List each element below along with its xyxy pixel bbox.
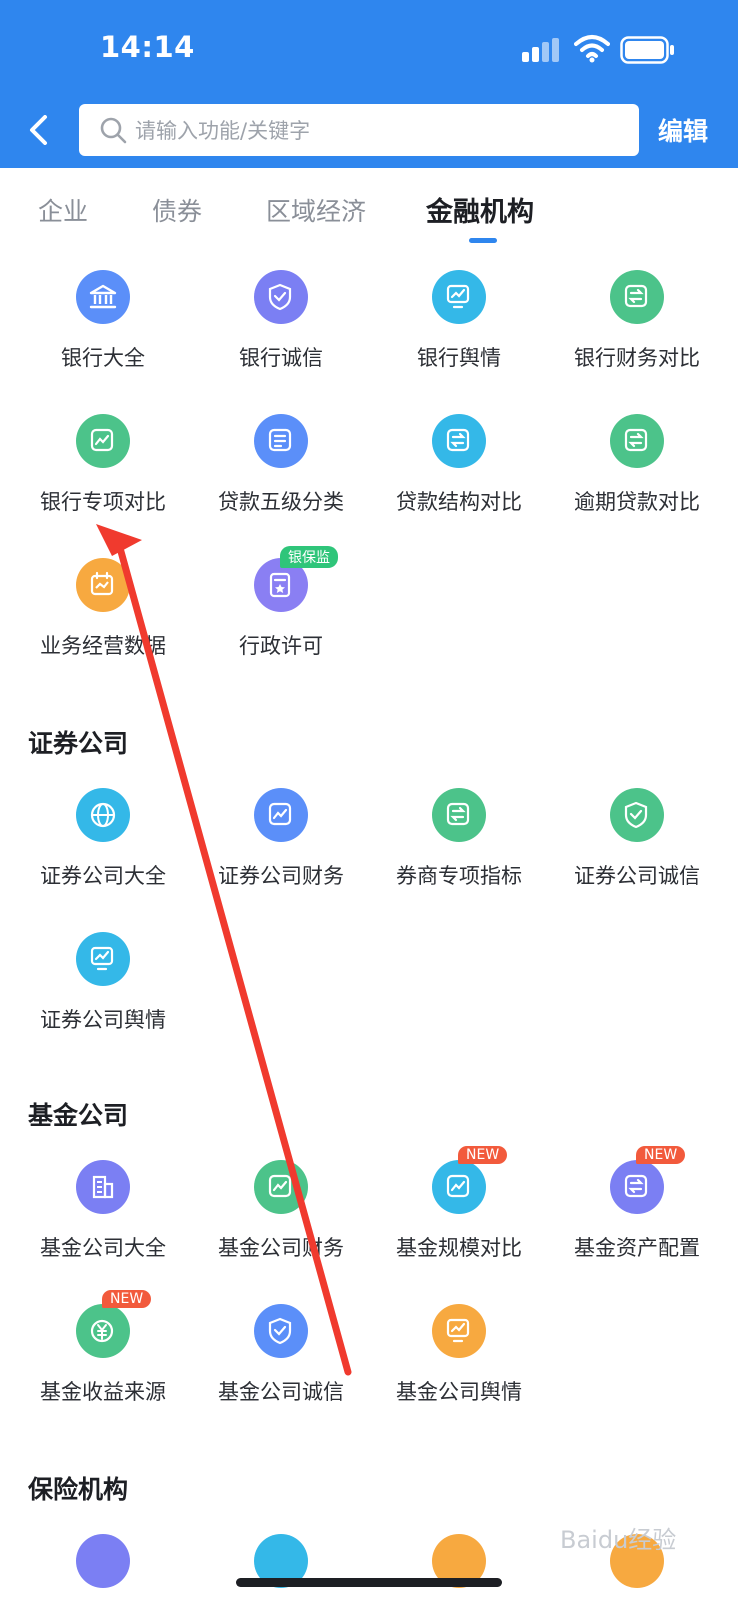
chart-fund-scale-icon bbox=[432, 1160, 486, 1214]
watermark: Baidu经验 bbox=[560, 1526, 677, 1554]
grid-item-label: 证券公司大全 bbox=[40, 864, 166, 888]
grid-item-fund-sentiment[interactable]: 基金公司舆情 bbox=[374, 1304, 544, 1424]
grid-item-fund-directory[interactable]: 基金公司大全 bbox=[18, 1160, 188, 1280]
grid-item-label: 行政许可 bbox=[239, 634, 323, 658]
exchange-overdue-icon bbox=[610, 414, 664, 468]
grid-item-label: 基金规模对比 bbox=[396, 1236, 522, 1260]
new-badge: NEW bbox=[636, 1146, 686, 1164]
regulator-badge: 银保监 bbox=[280, 546, 338, 568]
shield-securities-icon bbox=[610, 788, 664, 842]
chart-bank-icon bbox=[76, 414, 130, 468]
grid-item-fund-asset-allocation[interactable]: NEW 基金资产配置 bbox=[552, 1146, 722, 1280]
chevron-left-icon bbox=[30, 115, 47, 145]
tab-enterprise[interactable]: 企业 bbox=[38, 192, 88, 228]
yuan-icon bbox=[76, 1304, 130, 1358]
grid-item-label: 基金资产配置 bbox=[574, 1236, 700, 1260]
search-icon bbox=[100, 117, 127, 144]
exchange-fund-icon bbox=[610, 1160, 664, 1214]
chart-securities-icon bbox=[254, 788, 308, 842]
tab-financial-institutions[interactable]: 金融机构 bbox=[426, 190, 534, 229]
edit-button[interactable]: 编辑 bbox=[658, 112, 708, 148]
grid-item-label: 证券公司舆情 bbox=[40, 1008, 166, 1032]
section-title-securities: 证券公司 bbox=[28, 729, 129, 758]
tab-regional-economy[interactable]: 区域经济 bbox=[266, 192, 366, 228]
grid-item-label: 银行专项对比 bbox=[40, 490, 166, 514]
search-input[interactable]: 请输入功能/关键字 bbox=[79, 104, 639, 156]
grid-item-bank-directory[interactable]: 银行大全 bbox=[18, 270, 188, 390]
tab-bonds[interactable]: 债券 bbox=[152, 192, 202, 228]
shield-bank-icon bbox=[254, 270, 308, 324]
bank-icon bbox=[76, 270, 130, 324]
exchange-loan-icon bbox=[432, 414, 486, 468]
grid-item-administrative-license[interactable]: 银保监 行政许可 bbox=[196, 546, 366, 678]
battery-icon bbox=[620, 36, 674, 64]
grid-item-label: 银行诚信 bbox=[239, 346, 323, 370]
new-badge: NEW bbox=[102, 1290, 152, 1308]
grid-item-label: 贷款结构对比 bbox=[396, 490, 522, 514]
exchange-bank-icon bbox=[610, 270, 664, 324]
list-loan-icon bbox=[254, 414, 308, 468]
grid-item-bank-special-comparison[interactable]: 银行专项对比 bbox=[18, 414, 188, 534]
grid-item-label: 券商专项指标 bbox=[396, 864, 522, 888]
cellular-signal-icon bbox=[522, 38, 559, 62]
grid-item-label: 银行大全 bbox=[61, 346, 145, 370]
grid-item-securities-integrity[interactable]: 证券公司诚信 bbox=[552, 788, 722, 908]
shield-fund-icon bbox=[254, 1304, 308, 1358]
grid-item-fund-scale-comparison[interactable]: NEW 基金规模对比 bbox=[374, 1146, 544, 1280]
grid-item-bank-financial-comparison[interactable]: 银行财务对比 bbox=[552, 270, 722, 390]
grid-item-fund-income-source[interactable]: NEW 基金收益来源 bbox=[18, 1290, 188, 1424]
active-tab-indicator bbox=[469, 238, 497, 243]
grid-item-loan-structure-comparison[interactable]: 贷款结构对比 bbox=[374, 414, 544, 534]
grid-item-fund-integrity[interactable]: 基金公司诚信 bbox=[196, 1304, 366, 1424]
exchange-securities-icon bbox=[432, 788, 486, 842]
grid-item-label: 基金公司舆情 bbox=[396, 1380, 522, 1404]
insurance-item-icon[interactable] bbox=[76, 1534, 130, 1588]
chart-fund-icon bbox=[254, 1160, 308, 1214]
grid-item-loan-classification[interactable]: 贷款五级分类 bbox=[196, 414, 366, 534]
grid-item-label: 基金公司大全 bbox=[40, 1236, 166, 1260]
grid-item-business-operation-data[interactable]: 业务经营数据 bbox=[18, 558, 188, 678]
building-icon bbox=[76, 1160, 130, 1214]
grid-item-bank-integrity[interactable]: 银行诚信 bbox=[196, 270, 366, 390]
grid-item-bank-sentiment[interactable]: 银行舆情 bbox=[374, 270, 544, 390]
grid-item-label: 业务经营数据 bbox=[40, 634, 166, 658]
monitor-fund-icon bbox=[432, 1304, 486, 1358]
grid-item-label: 基金公司诚信 bbox=[218, 1380, 344, 1404]
new-badge: NEW bbox=[458, 1146, 508, 1164]
grid-item-overdue-loan-comparison[interactable]: 逾期贷款对比 bbox=[552, 414, 722, 534]
globe-icon bbox=[76, 788, 130, 842]
grid-item-label: 逾期贷款对比 bbox=[574, 490, 700, 514]
section-title-funds: 基金公司 bbox=[28, 1101, 129, 1130]
wifi-icon bbox=[574, 35, 610, 63]
status-time: 14:14 bbox=[100, 30, 195, 64]
grid-item-securities-sentiment[interactable]: 证券公司舆情 bbox=[18, 932, 188, 1052]
grid-item-broker-special-indicators[interactable]: 券商专项指标 bbox=[374, 788, 544, 908]
grid-item-label: 银行财务对比 bbox=[574, 346, 700, 370]
grid-item-label: 基金收益来源 bbox=[40, 1380, 166, 1404]
monitor-bank-icon bbox=[432, 270, 486, 324]
grid-item-label: 证券公司财务 bbox=[218, 864, 344, 888]
monitor-securities-icon bbox=[76, 932, 130, 986]
home-indicator[interactable] bbox=[236, 1578, 502, 1587]
grid-item-securities-directory[interactable]: 证券公司大全 bbox=[18, 788, 188, 908]
back-button[interactable] bbox=[18, 110, 58, 150]
app-header: 14:14 请输入功能/关键字 编辑 bbox=[0, 0, 738, 168]
search-placeholder: 请输入功能/关键字 bbox=[135, 119, 311, 143]
calendar-bank-icon bbox=[76, 558, 130, 612]
grid-item-label: 证券公司诚信 bbox=[574, 864, 700, 888]
section-title-insurance: 保险机构 bbox=[28, 1475, 129, 1504]
grid-item-label: 银行舆情 bbox=[417, 346, 501, 370]
grid-item-label: 基金公司财务 bbox=[218, 1236, 344, 1260]
grid-item-fund-financials[interactable]: 基金公司财务 bbox=[196, 1160, 366, 1280]
category-tabs: 企业 债券 区域经济 金融机构 bbox=[0, 168, 738, 248]
grid-item-label: 贷款五级分类 bbox=[218, 490, 344, 514]
grid-item-securities-financials[interactable]: 证券公司财务 bbox=[196, 788, 366, 908]
